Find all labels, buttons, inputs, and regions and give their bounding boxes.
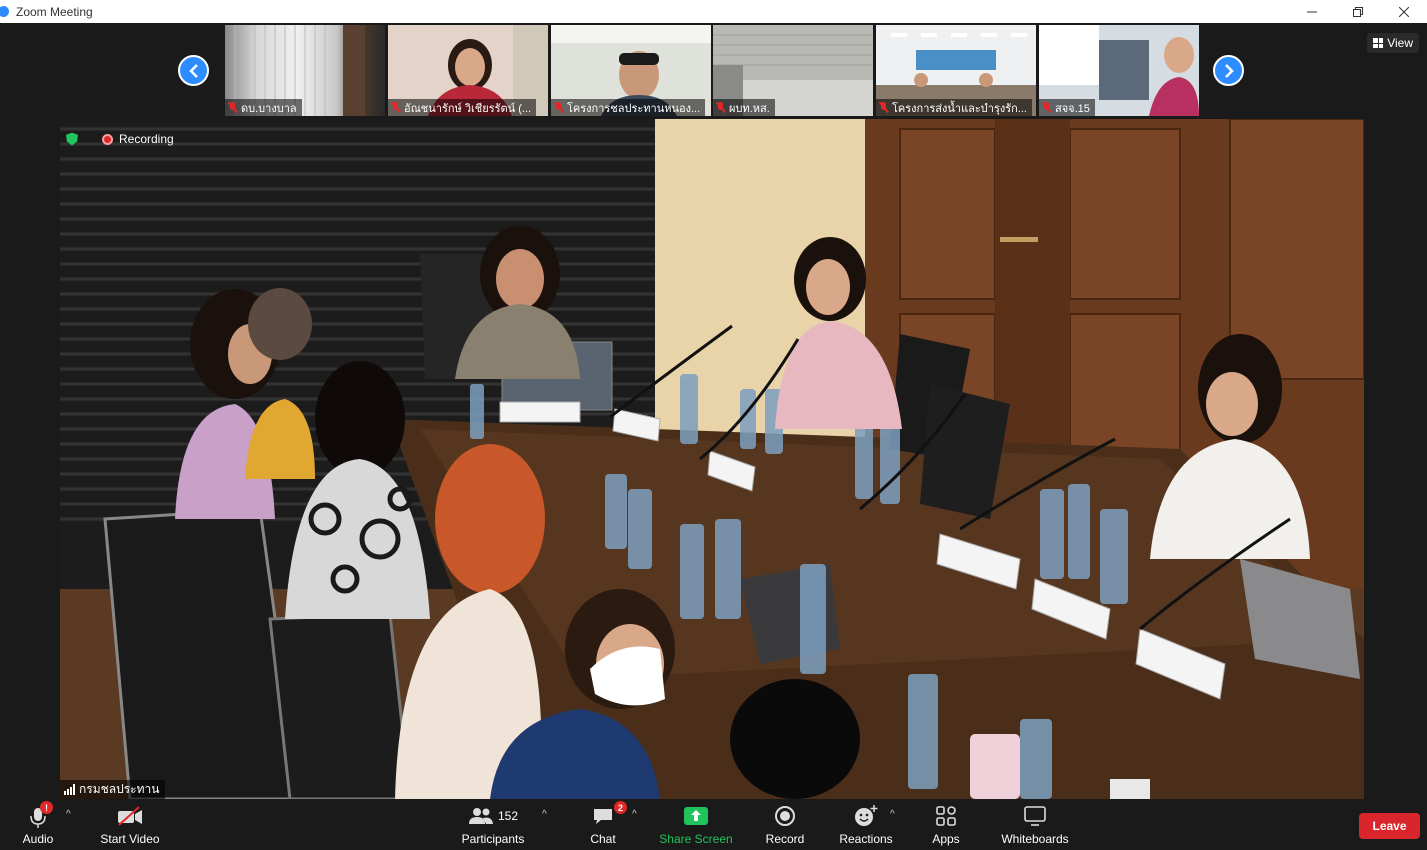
title-bar: Zoom Meeting xyxy=(0,0,1427,23)
meeting-toolbar: ! Audio ^ Start Video 152 Participants ^… xyxy=(0,799,1427,850)
participant-thumbnail[interactable]: อัณชนารักษ์ วิเชียรรัตน์ (... xyxy=(388,25,548,116)
signal-strength-icon xyxy=(64,784,75,795)
participant-thumbnail-strip: ดบ.บางบาล อัณชนารักษ์ วิเชียรรัตน์ (... … xyxy=(0,23,1427,119)
participant-thumbnail[interactable]: โครงการชลประทานหนอง... xyxy=(551,25,711,116)
mic-muted-icon xyxy=(391,102,400,113)
restore-button[interactable] xyxy=(1335,0,1381,23)
record-label: Record xyxy=(765,832,805,846)
participants-label: Participants xyxy=(461,832,525,846)
start-video-button[interactable]: Start Video xyxy=(98,799,162,850)
audio-alert-badge: ! xyxy=(40,801,53,814)
reactions-emoji-icon xyxy=(855,805,878,826)
mic-muted-icon xyxy=(228,102,237,113)
record-button[interactable]: Record xyxy=(762,799,808,850)
apps-label: Apps xyxy=(932,832,960,846)
recording-label: Recording xyxy=(119,132,174,146)
participant-name: ผบท.หส. xyxy=(729,102,770,115)
recording-dot-icon xyxy=(102,133,113,145)
participant-name: โครงการส่งน้ำและบำรุงรัก... xyxy=(892,102,1027,115)
mic-muted-icon xyxy=(879,102,888,113)
share-screen-label: Share Screen xyxy=(659,832,733,846)
share-screen-icon xyxy=(684,807,708,825)
participant-name: สจจ.15 xyxy=(1055,102,1090,115)
chat-bubble-icon xyxy=(594,809,612,824)
zoom-logo-icon xyxy=(0,6,9,17)
participants-button[interactable]: 152 Participants xyxy=(460,799,526,850)
meeting-room-scene xyxy=(60,119,1364,799)
minimize-button[interactable] xyxy=(1289,0,1335,23)
chevron-left-icon xyxy=(188,63,198,78)
participant-name-label: โครงการชลประทานหนอง... xyxy=(551,99,706,116)
whiteboards-label: Whiteboards xyxy=(1001,832,1069,846)
recording-indicator[interactable]: Recording xyxy=(66,130,174,148)
chat-options-chevron-up-icon[interactable]: ^ xyxy=(632,809,637,820)
active-speaker-name: กรมชลประทาน xyxy=(79,782,160,796)
participants-icon xyxy=(468,808,493,824)
audio-button[interactable]: ! Audio xyxy=(18,799,58,850)
view-button[interactable]: View xyxy=(1367,33,1419,53)
reactions-label: Reactions xyxy=(839,832,893,846)
reactions-button[interactable]: Reactions xyxy=(836,799,896,850)
whiteboard-icon xyxy=(1024,806,1046,826)
chat-button[interactable]: 2 Chat xyxy=(584,799,627,850)
participant-name: โครงการชลประทานหนอง... xyxy=(567,102,701,115)
next-page-button[interactable] xyxy=(1213,55,1244,86)
participant-name-label: โครงการส่งน้ำและบำรุงรัก... xyxy=(876,99,1032,116)
participant-name-label: ดบ.บางบาล xyxy=(225,99,302,116)
reactions-options-chevron-up-icon[interactable]: ^ xyxy=(890,809,895,820)
participant-thumbnail[interactable]: ดบ.บางบาล xyxy=(225,25,385,116)
participant-name: ดบ.บางบาล xyxy=(241,102,297,115)
video-off-icon xyxy=(118,806,142,826)
close-button[interactable] xyxy=(1381,0,1427,23)
start-video-label: Start Video xyxy=(100,832,160,846)
participant-name-label: สจจ.15 xyxy=(1039,99,1095,116)
security-shield-icon xyxy=(66,132,78,146)
chevron-right-icon xyxy=(1224,63,1234,78)
participant-name: อัณชนารักษ์ วิเชียรรัตน์ (... xyxy=(404,102,532,115)
audio-label: Audio xyxy=(22,832,54,846)
view-button-label: View xyxy=(1387,36,1413,50)
participants-options-chevron-up-icon[interactable]: ^ xyxy=(542,809,547,820)
apps-icon xyxy=(936,806,956,826)
window-controls xyxy=(1289,0,1427,23)
window-title: Zoom Meeting xyxy=(16,4,93,19)
previous-page-button[interactable] xyxy=(178,55,209,86)
record-icon xyxy=(775,806,795,826)
whiteboards-button[interactable]: Whiteboards xyxy=(998,799,1072,850)
active-speaker-name-tag: กรมชลประทาน xyxy=(60,780,166,799)
audio-options-chevron-up-icon[interactable]: ^ xyxy=(66,809,71,820)
participant-name-label: ผบท.หส. xyxy=(713,99,775,116)
participant-thumbnail[interactable]: สจจ.15 xyxy=(1039,25,1199,116)
mic-muted-icon xyxy=(1042,102,1051,113)
chat-unread-badge: 2 xyxy=(614,801,627,814)
participant-name-label: อัณชนารักษ์ วิเชียรรัตน์ (... xyxy=(388,99,537,116)
close-icon xyxy=(1399,6,1409,17)
mic-muted-icon xyxy=(716,102,725,113)
active-speaker-video[interactable] xyxy=(60,119,1364,799)
minimize-icon xyxy=(1307,11,1317,12)
participant-thumbnail[interactable]: โครงการส่งน้ำและบำรุงรัก... xyxy=(876,25,1036,116)
chat-label: Chat xyxy=(590,832,616,846)
leave-button[interactable]: Leave xyxy=(1359,813,1420,839)
apps-button[interactable]: Apps xyxy=(926,799,966,850)
mic-muted-icon xyxy=(554,102,563,113)
participant-thumbnail[interactable]: ผบท.หส. xyxy=(713,25,873,116)
gallery-view-icon xyxy=(1373,38,1384,48)
share-screen-button[interactable]: Share Screen xyxy=(658,799,734,850)
participant-count: 152 xyxy=(497,809,519,823)
restore-icon xyxy=(1353,6,1363,17)
